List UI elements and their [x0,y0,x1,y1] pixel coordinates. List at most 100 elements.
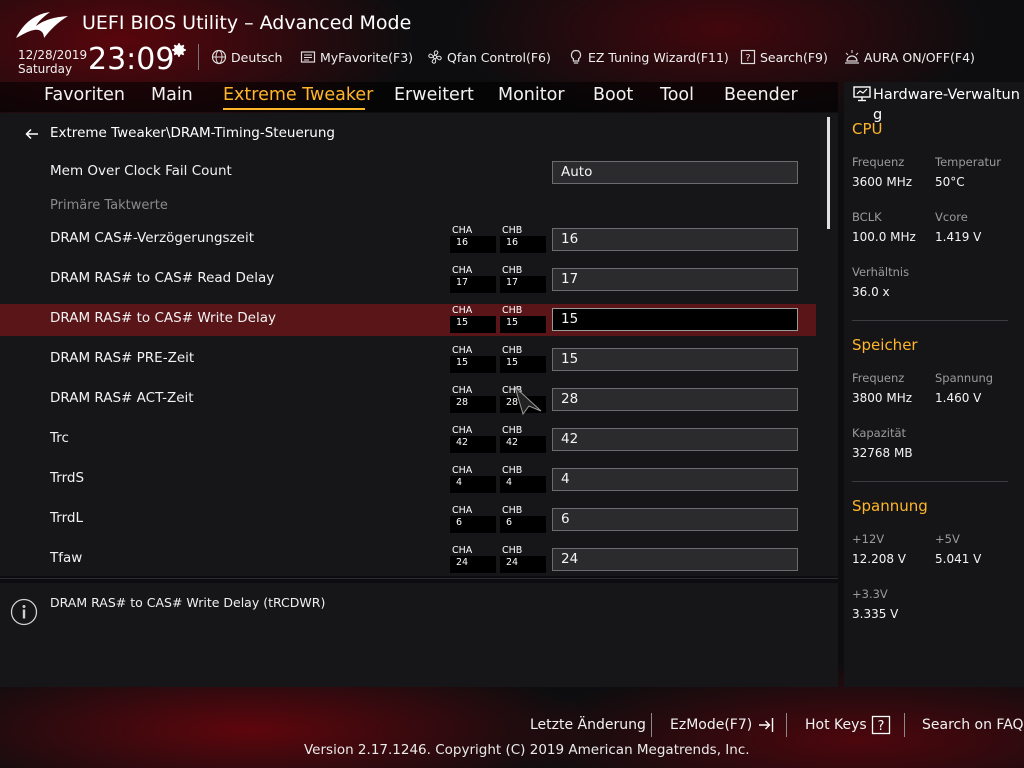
qfan-control-button[interactable]: Qfan Control(F6) [427,47,551,67]
svg-text:?: ? [745,53,750,64]
cha-label: CHA [452,305,473,316]
ras-act-time-input[interactable]: 28 [552,388,798,411]
active-tab-indicator [223,108,365,110]
chb-label: CHB [502,345,523,356]
day-display: Saturday [18,62,73,76]
monitor-icon [853,86,871,102]
cpu-temp-label: Temperatur [935,155,1002,169]
cha-value: 4 [450,476,496,493]
footer-divider [786,713,787,737]
ez-tuning-wizard-label: EZ Tuning Wizard(F11) [588,49,729,65]
trrdl-input[interactable]: 6 [552,508,798,531]
aura-light-icon [845,50,859,64]
mem-volt-label: Spannung [935,371,994,385]
trc-input[interactable]: 42 [552,428,798,451]
clock-display: 23:09 [88,42,175,77]
cha-value: 28 [450,396,496,413]
search-label: Search(F9) [760,49,828,65]
cpu-freq-value: 3600 MHz [852,175,913,189]
last-change-button[interactable]: Letzte Änderung [530,715,646,735]
ras-act-time-label: DRAM RAS# ACT-Zeit [50,390,194,406]
cha-value: 16 [450,236,496,253]
chb-label: CHB [502,265,523,276]
v12-value: 12.208 V [852,552,907,566]
cha-value: 15 [450,316,496,333]
language-button[interactable]: Deutsch [211,47,282,67]
scrollbar-thumb[interactable] [827,117,830,229]
cas-latency-label: DRAM CAS#-Verzögerungszeit [50,230,254,246]
svg-text:?: ? [877,719,884,734]
trrds-input[interactable]: 4 [552,468,798,491]
mem-freq-value: 3800 MHz [852,391,913,405]
bclk-label: BCLK [852,210,882,224]
rog-logo-icon [16,12,68,38]
voltage-section-title: Spannung [852,497,928,515]
ezmode-button[interactable]: EzMode(F7) [670,715,776,735]
aura-toggle-label: AURA ON/OFF(F4) [864,49,975,65]
tab-main[interactable]: Main [151,85,193,105]
ras-to-cas-write-input[interactable]: 15 [552,308,798,331]
chb-label: CHB [502,505,523,516]
tab-favoriten[interactable]: Favoriten [44,85,125,105]
trc-label: Trc [50,430,69,446]
help-box-icon: ? [740,49,756,65]
mem-fail-count-input[interactable]: Auto [552,161,798,184]
bclk-value: 100.0 MHz [852,230,916,244]
ras-to-cas-read-input[interactable]: 17 [552,268,798,291]
cpu-section-title: CPU [852,120,883,138]
cha-value: 24 [450,556,496,573]
ras-pre-time-input[interactable]: 15 [552,348,798,371]
search-faq-button[interactable]: Search on FAQ [922,715,1024,735]
cha-label: CHA [452,385,473,396]
mem-freq-label: Frequenz [852,371,905,385]
trrdl-label: TrrdL [50,510,83,526]
date-display: 12/28/2019 [18,48,88,62]
chb-label: CHB [502,305,523,316]
v33-value: 3.335 V [852,607,899,621]
tab-tool[interactable]: Tool [660,85,694,105]
tab-extreme-tweaker[interactable]: Extreme Tweaker [223,85,373,105]
hot-keys-button[interactable]: Hot Keys ? [805,715,891,735]
ras-to-cas-write-label: DRAM RAS# to CAS# Write Delay [50,310,276,326]
chb-value: 6 [500,516,546,533]
mem-capacity-label: Kapazität [852,426,907,440]
aura-toggle-button[interactable]: AURA ON/OFF(F4) [844,47,975,67]
search-button[interactable]: ? Search(F9) [740,47,828,67]
myfavorite-button[interactable]: MyFavorite(F3) [300,47,413,67]
footer-divider [651,713,652,737]
chb-value: 42 [500,436,546,453]
back-arrow-icon[interactable] [24,126,40,142]
hw-divider [852,320,1008,321]
cha-value: 17 [450,276,496,293]
exit-arrow-icon [759,718,774,732]
chb-value: 15 [500,356,546,373]
ratio-value: 36.0 x [852,285,890,299]
chb-label: CHB [502,545,523,556]
section-label: Primäre Taktwerte [50,198,168,213]
mem-capacity-value: 32768 MB [852,446,913,460]
panel-divider [0,578,838,579]
mem-fail-count-label: Mem Over Clock Fail Count [50,163,232,179]
ratio-label: Verhältnis [852,265,910,279]
favorites-icon [300,51,316,63]
cha-label: CHA [452,465,473,476]
tab-monitor[interactable]: Monitor [498,85,565,105]
ezmode-label: EzMode(F7) [670,717,753,733]
chb-value: 17 [500,276,546,293]
cha-value: 42 [450,436,496,453]
breadcrumb: Extreme Tweaker\DRAM-Timing-Steuerung [50,125,335,141]
tab-beender[interactable]: Beender [724,85,798,105]
trrds-label: TrrdS [50,470,85,486]
ez-tuning-wizard-button[interactable]: EZ Tuning Wizard(F11) [568,47,729,67]
cas-latency-input[interactable]: 16 [552,228,798,251]
help-box-icon: ? [871,715,890,735]
hardware-monitor-title: Hardware-Verwaltung [873,87,1020,123]
tab-boot[interactable]: Boot [593,85,633,105]
fan-icon [428,50,442,64]
gear-icon[interactable] [170,41,188,59]
v5-value: 5.041 V [935,552,982,566]
tab-erweitert[interactable]: Erweitert [394,85,474,105]
tfaw-input[interactable]: 24 [552,548,798,571]
chb-label: CHB [502,465,523,476]
mem-volt-value: 1.460 V [935,391,982,405]
